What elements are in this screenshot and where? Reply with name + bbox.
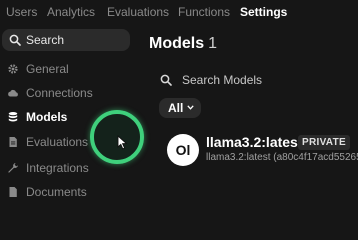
cloud-icon — [8, 89, 18, 97]
database-icon — [8, 112, 18, 122]
tab-analytics[interactable]: Analytics — [47, 5, 95, 19]
sidebar-search[interactable] — [2, 29, 130, 51]
search-icon — [160, 74, 172, 86]
document-icon — [9, 137, 17, 147]
tab-evaluations[interactable]: Evaluations — [107, 5, 169, 19]
sidebar-search-input[interactable] — [26, 31, 124, 49]
model-subtitle: llama3.2:latest (a80c4f17acd55265 — [206, 152, 358, 163]
sidebar-item-connections[interactable]: Connections — [7, 84, 135, 102]
gear-icon — [8, 64, 18, 74]
model-avatar: Ol — [167, 134, 199, 166]
sidebar-item-label: Connections — [26, 86, 93, 100]
tab-users[interactable]: Users — [6, 5, 37, 19]
search-icon — [9, 34, 21, 46]
tab-functions[interactable]: Functions — [178, 5, 230, 19]
cursor-arrow-icon — [117, 135, 128, 150]
top-nav: Users Analytics Evaluations Functions Se… — [0, 0, 358, 26]
sidebar-item-documents[interactable]: Documents — [7, 183, 135, 201]
filter-dropdown[interactable]: All — [159, 98, 201, 118]
sidebar-item-label: Evaluations — [26, 135, 89, 149]
wrench-icon — [8, 163, 18, 173]
filter-label: All — [168, 101, 184, 115]
tab-settings[interactable]: Settings — [240, 5, 287, 19]
file-icon — [9, 187, 17, 197]
model-count: 1 — [208, 35, 218, 52]
model-row[interactable]: Ol llama3.2:latest PRIVATE llama3.2:late… — [167, 132, 358, 172]
sidebar-item-label: Models — [26, 110, 68, 124]
model-search[interactable] — [160, 71, 350, 89]
sidebar-item-label: Integrations — [26, 161, 89, 175]
private-badge: PRIVATE — [298, 135, 350, 150]
model-search-input[interactable] — [182, 71, 342, 89]
page-title-text: Models — [149, 35, 205, 52]
model-name[interactable]: llama3.2:latest — [206, 134, 303, 150]
models-panel: Models1 All Ol llama3.2:latest PRIVATE l… — [140, 26, 358, 204]
cursor-highlight — [90, 110, 144, 164]
sidebar-item-label: General — [26, 62, 69, 76]
sidebar-item-general[interactable]: General — [7, 60, 135, 78]
chevron-down-icon — [187, 105, 194, 110]
sidebar-item-label: Documents — [26, 185, 87, 199]
page-title: Models 1 — [149, 35, 217, 53]
